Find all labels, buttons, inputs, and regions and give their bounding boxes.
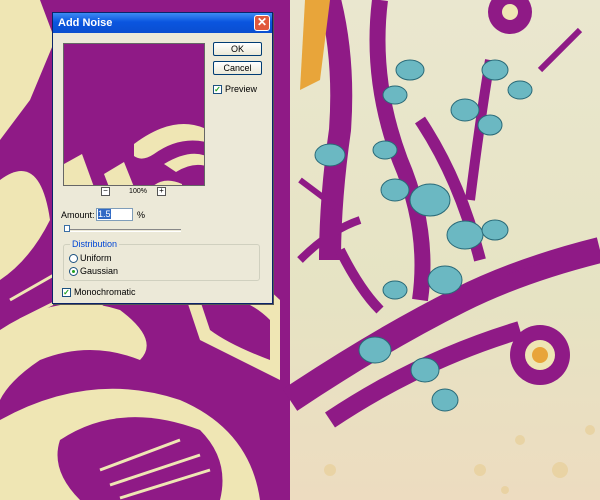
close-icon: ✕: [256, 15, 268, 29]
cancel-button[interactable]: Cancel: [213, 61, 262, 75]
minus-icon: −: [103, 186, 108, 195]
amount-slider-track[interactable]: [67, 229, 181, 232]
gaussian-label: Gaussian: [80, 266, 119, 276]
zoom-controls: − 100% +: [101, 187, 221, 199]
plus-icon: +: [159, 186, 164, 195]
gaussian-radio[interactable]: [69, 267, 78, 276]
uniform-label: Uniform: [80, 253, 112, 263]
zoom-in-button[interactable]: +: [157, 187, 166, 196]
preview-label: Preview: [225, 84, 258, 94]
zoom-out-button[interactable]: −: [101, 187, 110, 196]
distribution-label: Distribution: [70, 239, 120, 249]
monochromatic-checkbox[interactable]: ✓: [62, 288, 71, 297]
add-noise-dialog: Add Noise ✕ − 100% + OK Cancel ✓ Preview…: [52, 12, 273, 304]
zoom-level: 100%: [129, 188, 147, 195]
checkmark-icon: ✓: [63, 288, 70, 297]
checkmark-icon: ✓: [214, 85, 221, 94]
amount-value: 1.5: [98, 209, 111, 219]
amount-field[interactable]: 1.5: [96, 208, 133, 221]
preview-checkbox[interactable]: ✓: [213, 85, 222, 94]
uniform-radio[interactable]: [69, 254, 78, 263]
close-button[interactable]: ✕: [254, 15, 270, 31]
dialog-titlebar[interactable]: Add Noise ✕: [53, 13, 272, 33]
amount-label: Amount:: [61, 210, 95, 220]
monochromatic-label: Monochromatic: [74, 287, 136, 297]
amount-unit: %: [137, 210, 146, 220]
ok-button[interactable]: OK: [213, 42, 262, 56]
preview-window[interactable]: [63, 43, 205, 186]
dialog-title: Add Noise: [58, 17, 113, 29]
amount-slider-thumb[interactable]: [64, 225, 70, 232]
preview-image: [64, 44, 204, 185]
